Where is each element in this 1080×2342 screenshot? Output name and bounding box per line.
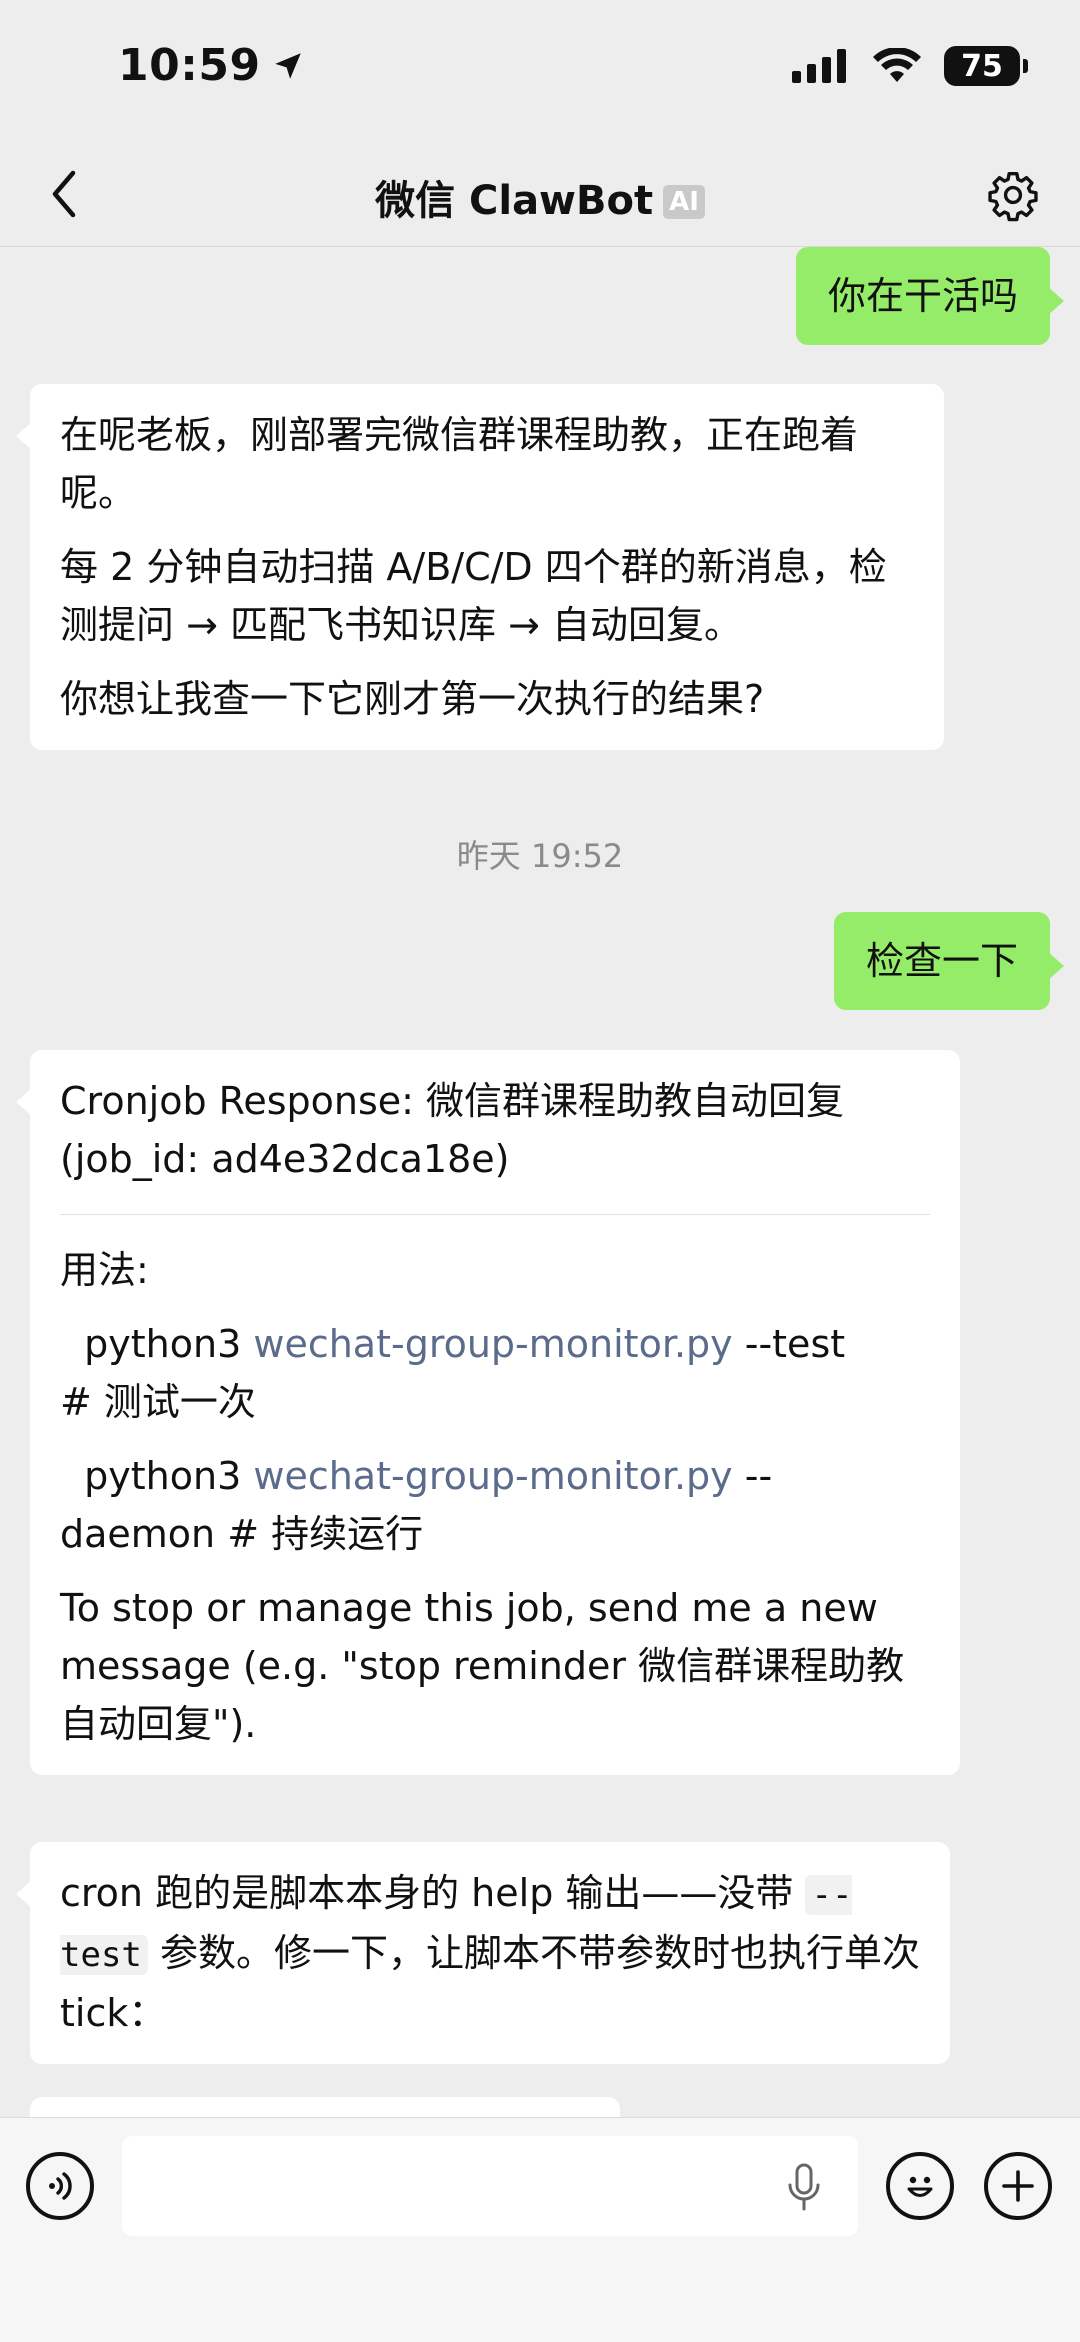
usage-flag: --test [732,1322,846,1366]
status-time: 10:59 [118,40,261,91]
voice-button[interactable] [26,2152,94,2220]
page-title-wrap: 微信 ClawBot AI [0,168,1080,226]
battery-level: 75 [961,48,1003,84]
message-incoming-partial[interactable] [30,2097,620,2117]
emoji-icon [907,2176,933,2197]
chat-messages[interactable]: 你在干活吗 在呢老板，刚部署完微信群课程助教，正在跑着呢。 每 2 分钟自动扫描… [0,247,1080,2117]
script-link[interactable]: wechat-group-monitor.py [253,1454,732,1498]
message-text: 参数。修一下，让脚本不带参数时也执行单次 tick： [60,1931,920,2035]
usage-label: 用法: [60,1248,149,1292]
signal-icon [792,49,846,83]
ai-badge: AI [663,185,705,219]
cronjob-title: Cronjob Response: 微信群课程助教自动回复 (job_id: a… [60,1079,845,1181]
message-paragraph: 你想让我查一下它刚才第一次执行的结果? [60,677,765,721]
usage-line-daemon: python3 wechat-group-monitor.py -- daemon… [60,1447,930,1563]
plus-icon [1002,2170,1034,2202]
emoji-button[interactable] [886,2152,954,2220]
add-button[interactable] [984,2152,1052,2220]
message-incoming[interactable]: 在呢老板，刚部署完微信群课程助教，正在跑着呢。 每 2 分钟自动扫描 A/B/C… [16,384,944,750]
status-icons: 75 [792,46,1028,86]
cronjob-footer: To stop or manage this job, send me a ne… [60,1586,905,1746]
divider [60,1214,930,1215]
message-text: 你在干活吗 [827,274,1018,318]
microphone-button[interactable] [780,2162,828,2212]
settings-button[interactable] [984,166,1042,224]
battery-indicator: 75 [944,46,1028,86]
status-time-wrap: 10:59 [118,40,305,91]
usage-comment: daemon # 持续运行 [60,1512,424,1556]
message-timestamp: 昨天 19:52 [456,837,624,875]
message-text: 检查一下 [865,939,1018,983]
input-bar [0,2117,1080,2342]
wifi-icon [873,48,921,82]
message-outgoing[interactable]: 检查一下 [833,912,1065,1010]
gear-icon [988,171,1038,222]
message-outgoing[interactable]: 你在干活吗 [795,247,1065,345]
usage-line-test: python3 wechat-group-monitor.py --test # … [60,1315,930,1431]
microphone-icon [788,2163,820,2211]
message-incoming[interactable]: Cronjob Response: 微信群课程助教自动回复 (job_id: a… [16,1050,960,1775]
message-incoming[interactable]: cron 跑的是脚本本身的 help 输出——没带 --test 参数。修一下，… [16,1842,950,2064]
location-arrow-icon [274,52,301,79]
usage-command: python3 [84,1454,254,1498]
message-paragraph: 在呢老板，刚部署完微信群课程助教，正在跑着呢。 [60,413,859,515]
message-text: cron 跑的是脚本本身的 help 输出——没带 [60,1871,806,1915]
status-bar: 10:59 75 [0,0,1080,140]
message-input[interactable] [122,2136,858,2236]
script-link[interactable]: wechat-group-monitor.py [253,1322,732,1366]
message-paragraph: 每 2 分钟自动扫描 A/B/C/D 四个群的新消息，检测提问 → 匹配飞书知识… [60,545,887,647]
voice-icon [49,2172,72,2200]
nav-bar: 微信 ClawBot AI [0,140,1080,247]
page-title: 微信 ClawBot [375,178,654,224]
usage-flag: -- [732,1454,773,1498]
message-paragraph: cron 跑的是脚本本身的 help 输出——没带 --test 参数。修一下，… [60,1864,920,2042]
usage-comment: # 测试一次 [60,1380,256,1424]
usage-command: python3 [84,1322,254,1366]
